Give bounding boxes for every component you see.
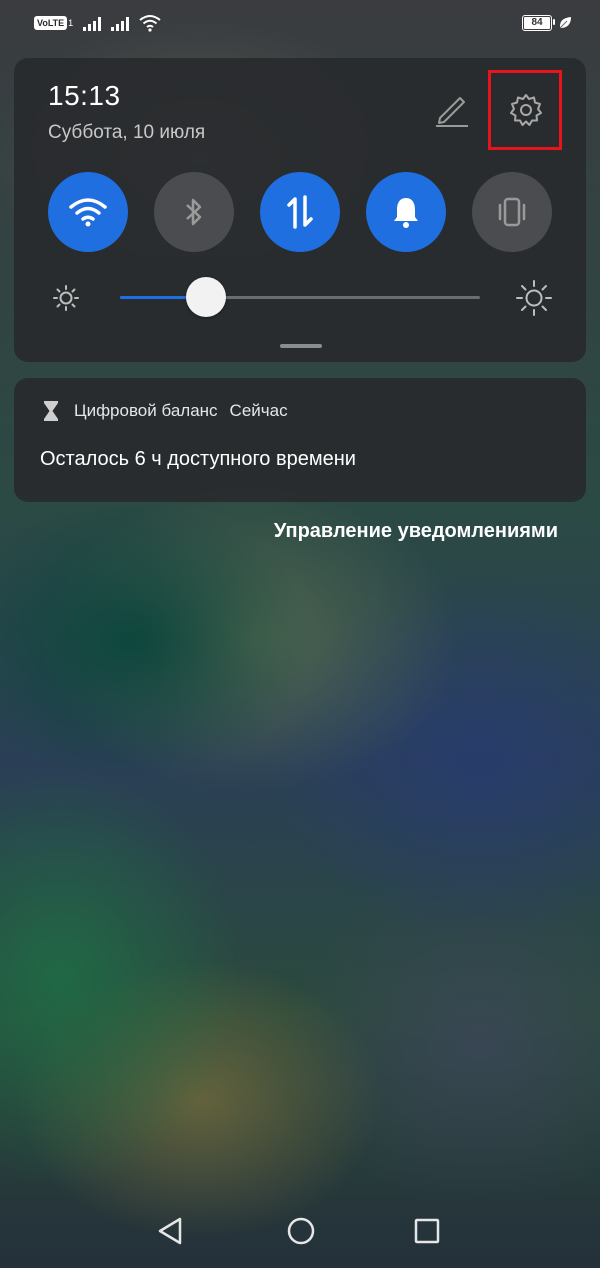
volte-icon: VoLTE 1 [34,16,73,30]
recents-icon[interactable] [414,1218,440,1244]
brightness-slider[interactable] [120,277,480,317]
status-left: VoLTE 1 [34,14,161,32]
sound-toggle[interactable] [366,172,446,252]
pencil-icon[interactable] [432,90,472,130]
bell-icon [394,198,418,228]
bluetooth-toggle[interactable] [154,172,234,252]
quick-settings-panel: 15:13 Суббота, 10 июля [14,58,586,362]
vibrate-toggle[interactable] [472,172,552,252]
notification-header: Цифровой баланс Сейчас [42,400,288,422]
manage-notifications-link[interactable]: Управление уведомлениями [274,520,558,543]
brightness-high-icon [516,280,552,316]
bluetooth-icon [186,198,202,226]
home-icon[interactable] [286,1216,316,1246]
battery-level: 84 [524,17,550,29]
clock-time: 15:13 [48,80,121,111]
settings-button-highlight[interactable] [488,70,562,150]
quick-toggles [48,172,552,252]
brightness-control [52,277,556,317]
back-icon[interactable] [156,1216,186,1246]
notification-time: Сейчас [229,401,288,420]
notification-card[interactable]: Цифровой баланс Сейчас Осталось 6 ч дост… [14,378,586,502]
clock-date: Суббота, 10 июля [48,122,206,143]
panel-drag-handle[interactable] [280,344,322,348]
status-right: 84 [522,15,572,31]
wifi-toggle[interactable] [48,172,128,252]
navigation-bar [0,1200,600,1268]
wifi-icon [69,198,107,227]
battery-icon: 84 [522,15,555,31]
mobile-data-icon [287,195,313,229]
leaf-icon [559,17,571,29]
signal-icon [111,15,130,31]
gear-icon[interactable] [509,93,543,127]
signal-icon [83,15,102,31]
mobile-data-toggle[interactable] [260,172,340,252]
hourglass-icon [44,401,58,421]
notification-app-name: Цифровой баланс [74,401,218,420]
brightness-slider-thumb[interactable] [186,277,227,317]
notification-text: Осталось 6 ч доступного времени [40,448,356,470]
vibrate-icon [498,197,526,227]
brightness-low-icon [53,285,79,311]
wifi-icon [139,15,161,32]
status-bar: VoLTE 1 84 [0,0,600,50]
